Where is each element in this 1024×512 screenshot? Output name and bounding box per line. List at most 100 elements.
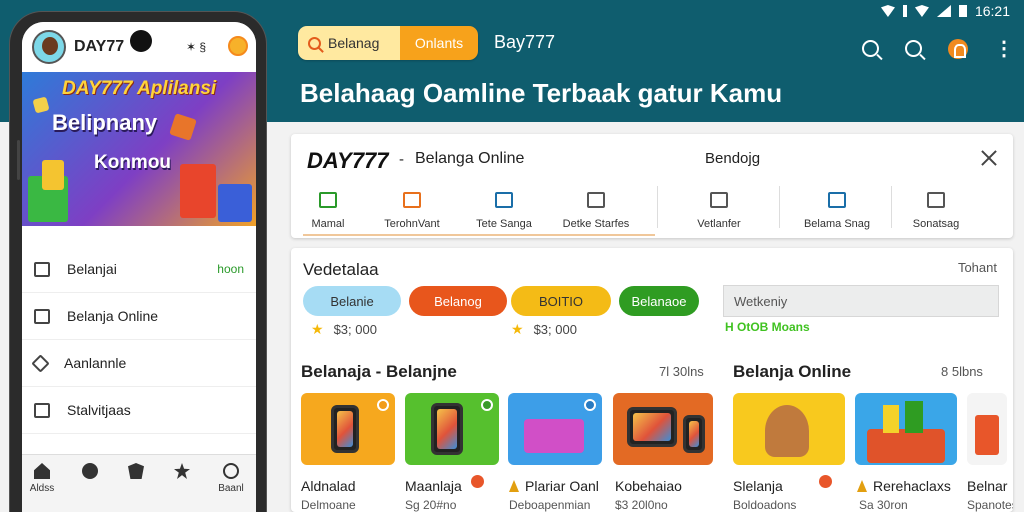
menu-item-belanjai[interactable]: Belanjai hoon	[22, 246, 256, 293]
nav-categories[interactable]	[80, 463, 100, 483]
category-tabs: Mamal TerohnVant Tete Sanga Detke Starfe…	[291, 184, 1013, 238]
basket-image	[867, 429, 945, 463]
status-time: 16:21	[974, 3, 1010, 19]
banner-headline: DAY777 Aplilansi	[62, 78, 217, 99]
content-card: Vedetalaa Tohant Belanie Belanog BOITIO …	[291, 248, 1013, 512]
segment-control[interactable]: Belanag Onlants	[298, 26, 478, 60]
tab-detke-starfes[interactable]: Detke Starfes	[557, 184, 635, 238]
battery-icon	[958, 5, 967, 17]
product-image[interactable]	[301, 393, 395, 465]
filter-pill[interactable]: Belanog	[409, 286, 507, 316]
nav-label: Aldss	[29, 483, 55, 494]
tab-belama-snag[interactable]: Belama Snag	[801, 184, 873, 238]
nav-account[interactable]: Baanl	[216, 463, 246, 494]
tag-icon	[31, 353, 50, 373]
product-name[interactable]: Slelanja	[733, 478, 783, 494]
star-icon	[174, 463, 190, 479]
banner-title: Belipnany	[52, 110, 158, 135]
camera-notch	[130, 30, 152, 52]
basket-image	[524, 419, 584, 453]
badge-icon	[481, 399, 493, 411]
phone-status: ✶ §	[186, 40, 207, 54]
bottom-nav: Aldss Baanl	[22, 454, 256, 512]
product-sub: Deboapenmian	[509, 498, 591, 512]
filter-pill[interactable]: Belanaoe	[619, 286, 699, 316]
product-name[interactable]: Kobehaiao	[615, 478, 682, 494]
section2-count[interactable]: 8 5lbns	[941, 364, 983, 379]
tab-label: TerohnVant	[384, 218, 440, 230]
search-input[interactable]: Wetkeniy	[723, 285, 999, 317]
tab-terohnvant[interactable]: TerohnVant	[377, 184, 447, 238]
product-image[interactable]	[508, 393, 602, 465]
product-name[interactable]: Rerehaclaxs	[873, 478, 951, 494]
segment-right[interactable]: Onlants	[400, 26, 478, 60]
product-name[interactable]: Maanlaja	[405, 478, 462, 494]
coin-icon[interactable]	[228, 36, 248, 56]
nav-label: Baanl	[218, 483, 244, 494]
tab-label: Tete Sanga	[476, 218, 532, 230]
menu-item-aanlannle[interactable]: Aanlannle	[22, 340, 256, 387]
menu-item-belanja-online[interactable]: Belanja Online	[22, 293, 256, 340]
page-title: Belahaag Oamline Terbaak gatur Kamu	[300, 78, 783, 108]
badge-icon	[377, 399, 389, 411]
phone-screen: DAY77 ✶ § DAY777 Aplilansi Belipnany Kon…	[22, 22, 256, 512]
star-icon: ★	[311, 321, 324, 337]
product-image[interactable]	[733, 393, 845, 465]
product-image[interactable]	[855, 393, 957, 465]
gift-image	[905, 401, 923, 433]
segment-left[interactable]: Belanag	[298, 26, 400, 60]
signal-icon	[936, 5, 951, 17]
product-name[interactable]: Aldnalad	[301, 478, 356, 494]
nav-deals[interactable]	[126, 463, 146, 483]
pill-label: BOITIO	[538, 293, 584, 309]
see-all-link[interactable]: Tohant	[958, 260, 997, 275]
divider	[657, 186, 658, 228]
banner-subtitle: Konmou	[94, 152, 172, 173]
search-icon[interactable]	[905, 40, 922, 57]
product-sub: Boldoadons	[733, 498, 797, 512]
tab-label: Vetlanfer	[697, 218, 741, 230]
product-image[interactable]	[613, 393, 713, 465]
product-name[interactable]: Plariar Oanl	[525, 478, 599, 494]
nav-favorites[interactable]	[172, 463, 192, 483]
shield-icon	[128, 463, 144, 479]
promo-banner[interactable]: DAY777 Aplilansi Belipnany Konmou	[22, 72, 256, 226]
home-icon	[34, 463, 50, 479]
product-name[interactable]: Belnar	[967, 478, 1007, 494]
filter-pill[interactable]: Belanie	[303, 286, 401, 316]
product-image[interactable]	[967, 393, 1007, 465]
box-icon	[710, 192, 728, 208]
gift-image	[180, 164, 216, 218]
close-icon[interactable]	[979, 148, 999, 168]
gift-image	[169, 113, 197, 141]
phone-image	[431, 403, 463, 455]
tab-label: Mamal	[311, 218, 345, 230]
filter-pill[interactable]: BOITIO	[511, 286, 611, 316]
section-title: Vedetalaa	[303, 260, 379, 279]
tab-mamal[interactable]: Mamal	[303, 184, 353, 238]
tab-vetlanfer[interactable]: Vetlanfer	[691, 184, 747, 238]
badge-icon	[584, 399, 596, 411]
bag-icon[interactable]	[948, 38, 968, 59]
divider	[891, 186, 892, 228]
star-icon: ★	[511, 321, 524, 337]
tab-label: Sonatsag	[912, 218, 960, 230]
pill-label: Belanaoe	[631, 293, 687, 309]
more-vert-icon[interactable]: ⋮	[994, 36, 1014, 61]
tab-tete-sanga[interactable]: Tete Sanga	[471, 184, 537, 238]
cart-icon	[34, 261, 50, 277]
search-icon[interactable]	[862, 40, 879, 57]
avatar[interactable]	[32, 30, 66, 64]
pill-label: Belanie	[330, 293, 374, 309]
store-icon	[319, 192, 337, 208]
product-image[interactable]	[405, 393, 499, 465]
tab-sonatsag[interactable]: Sonatsag	[905, 184, 967, 238]
nav-home[interactable]: Aldss	[30, 463, 54, 494]
account-icon	[223, 463, 239, 479]
warning-icon	[857, 480, 867, 492]
section1-count[interactable]: 7l 30lns	[659, 364, 704, 379]
vibrate-icon	[902, 5, 907, 17]
menu-item-stalvitjaas[interactable]: Stalvitjaas	[22, 387, 256, 434]
warning-icon	[509, 480, 519, 492]
price-label: ★ $3; 000	[511, 321, 577, 338]
